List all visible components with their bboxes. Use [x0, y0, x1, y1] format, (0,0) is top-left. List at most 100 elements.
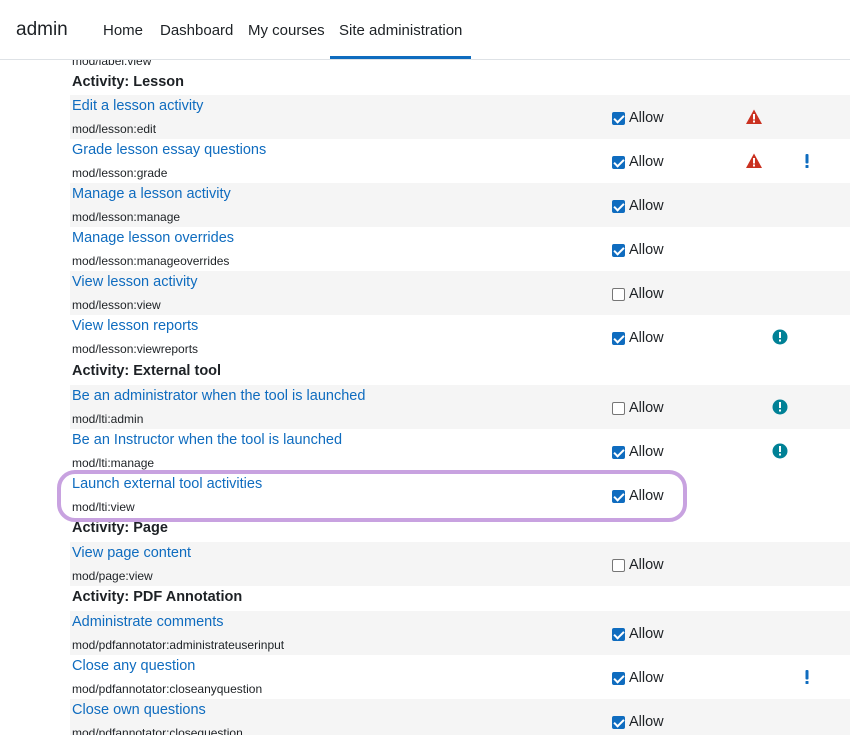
- allow-checkbox[interactable]: Allow: [612, 556, 664, 574]
- allow-checkbox[interactable]: Allow: [612, 487, 664, 505]
- checkbox-checked[interactable]: [612, 671, 625, 685]
- personal-risk-circle-icon[interactable]: [771, 328, 789, 346]
- group-row-external-tool: Activity: External tool: [70, 360, 850, 385]
- capability-link[interactable]: Close own questions: [72, 702, 206, 718]
- capability-code: mod/lesson:grade: [72, 166, 168, 180]
- capability-link[interactable]: Launch external tool activities: [72, 476, 262, 492]
- checkbox-checked[interactable]: [612, 155, 625, 169]
- capability-link[interactable]: Edit a lesson activity: [72, 98, 203, 114]
- capability-code: mod/lesson:edit: [72, 122, 157, 136]
- table-row: Manage a lesson activity mod/lesson:mana…: [70, 183, 850, 227]
- allow-checkbox[interactable]: Allow: [612, 625, 664, 643]
- capabilities-table: mod/label:view Activity: Lesson Edit a l…: [70, 60, 850, 735]
- checkbox-unchecked[interactable]: [612, 401, 625, 415]
- capability-code: mod/pdfannotator:closequestion: [72, 726, 243, 735]
- capability-code: mod/lti:admin: [72, 412, 144, 426]
- capability-link[interactable]: Be an Instructor when the tool is launch…: [72, 432, 342, 448]
- capability-code: mod/lti:view: [72, 500, 135, 514]
- table-row: Close own questions mod/pdfannotator:clo…: [70, 699, 850, 735]
- checkbox-unchecked[interactable]: [612, 558, 625, 572]
- top-navbar: admin Home Dashboard My courses Site adm…: [0, 0, 850, 60]
- nav-my-courses[interactable]: My courses: [248, 22, 325, 39]
- allow-checkbox[interactable]: Allow: [612, 669, 664, 687]
- capability-link[interactable]: Manage a lesson activity: [72, 186, 231, 202]
- table-row: View lesson reports mod/lesson:viewrepor…: [70, 315, 850, 359]
- allow-checkbox[interactable]: Allow: [612, 241, 664, 259]
- table-row: Launch external tool activities mod/lti:…: [70, 473, 850, 517]
- allow-label: Allow: [629, 557, 664, 573]
- allow-label: Allow: [629, 670, 664, 686]
- allow-checkbox[interactable]: Allow: [612, 443, 664, 461]
- allow-checkbox[interactable]: Allow: [612, 197, 664, 215]
- table-row: Be an Instructor when the tool is launch…: [70, 429, 850, 473]
- table-row: View lesson activity mod/lesson:view All…: [70, 271, 850, 315]
- capability-code: mod/lesson:manage: [72, 210, 181, 224]
- group-title: Activity: Page: [72, 520, 168, 536]
- capability-code: mod/page:view: [72, 569, 153, 583]
- allow-label: Allow: [629, 400, 664, 416]
- table-row: Close any question mod/pdfannotator:clos…: [70, 655, 850, 699]
- capability-code: mod/lesson:manageoverrides: [72, 254, 230, 268]
- active-tab-indicator: [330, 56, 471, 59]
- nav-site-administration[interactable]: Site administration: [339, 22, 462, 60]
- checkbox-checked[interactable]: [612, 331, 625, 345]
- checkbox-checked[interactable]: [612, 199, 625, 213]
- privacy-risk-exclamation-icon[interactable]: [798, 152, 816, 170]
- allow-label: Allow: [629, 110, 664, 126]
- capability-link[interactable]: Grade lesson essay questions: [72, 142, 266, 158]
- site-brand[interactable]: admin: [16, 19, 68, 41]
- capability-code: mod/pdfannotator:administrateuserinput: [72, 638, 285, 652]
- table-row: Be an administrator when the tool is lau…: [70, 385, 850, 429]
- cut-off-capability-code: mod/label:view: [72, 60, 152, 68]
- allow-label: Allow: [629, 330, 664, 346]
- group-title: Activity: Lesson: [72, 74, 184, 90]
- allow-label: Allow: [629, 286, 664, 302]
- nav-dashboard[interactable]: Dashboard: [160, 22, 233, 39]
- capability-link[interactable]: Be an administrator when the tool is lau…: [72, 388, 365, 404]
- allow-checkbox[interactable]: Allow: [612, 329, 664, 347]
- table-row: Edit a lesson activity mod/lesson:edit A…: [70, 95, 850, 139]
- checkbox-checked[interactable]: [612, 111, 625, 125]
- group-row-page: Activity: Page: [70, 517, 850, 542]
- allow-label: Allow: [629, 626, 664, 642]
- checkbox-checked[interactable]: [612, 627, 625, 641]
- personal-risk-circle-icon[interactable]: [771, 398, 789, 416]
- capability-link[interactable]: Manage lesson overrides: [72, 230, 234, 246]
- checkbox-checked[interactable]: [612, 489, 625, 503]
- allow-checkbox[interactable]: Allow: [612, 399, 664, 417]
- checkbox-checked[interactable]: [612, 243, 625, 257]
- capability-link[interactable]: View lesson reports: [72, 318, 198, 334]
- allow-checkbox[interactable]: Allow: [612, 713, 664, 731]
- allow-checkbox[interactable]: Allow: [612, 109, 664, 127]
- checkbox-checked[interactable]: [612, 445, 625, 459]
- group-title: Activity: PDF Annotation: [72, 589, 243, 605]
- allow-checkbox[interactable]: Allow: [612, 153, 664, 171]
- capability-link[interactable]: View page content: [72, 545, 191, 561]
- capability-code: mod/pdfannotator:closeanyquestion: [72, 682, 263, 696]
- allow-label: Allow: [629, 198, 664, 214]
- table-row: Manage lesson overrides mod/lesson:manag…: [70, 227, 850, 271]
- capability-code: mod/lti:manage: [72, 456, 155, 470]
- allow-checkbox[interactable]: Allow: [612, 285, 664, 303]
- xss-risk-triangle-icon[interactable]: [745, 108, 763, 126]
- table-row: Administrate comments mod/pdfannotator:a…: [70, 611, 850, 655]
- allow-label: Allow: [629, 242, 664, 258]
- personal-risk-circle-icon[interactable]: [771, 442, 789, 460]
- allow-label: Allow: [629, 154, 664, 170]
- capability-link[interactable]: View lesson activity: [72, 274, 197, 290]
- table-row: View page content mod/page:view Allow: [70, 542, 850, 586]
- group-row-lesson: Activity: Lesson: [70, 71, 850, 96]
- capability-code: mod/lesson:view: [72, 298, 161, 312]
- checkbox-checked[interactable]: [612, 715, 625, 729]
- nav-home[interactable]: Home: [103, 22, 143, 39]
- checkbox-unchecked[interactable]: [612, 287, 625, 301]
- capability-link[interactable]: Close any question: [72, 658, 195, 674]
- allow-label: Allow: [629, 488, 664, 504]
- capability-code: mod/lesson:viewreports: [72, 342, 199, 356]
- xss-risk-triangle-icon[interactable]: [745, 152, 763, 170]
- privacy-risk-exclamation-icon[interactable]: [798, 668, 816, 686]
- table-row: Grade lesson essay questions mod/lesson:…: [70, 139, 850, 183]
- allow-label: Allow: [629, 444, 664, 460]
- capability-link[interactable]: Administrate comments: [72, 614, 224, 630]
- group-title: Activity: External tool: [72, 363, 222, 379]
